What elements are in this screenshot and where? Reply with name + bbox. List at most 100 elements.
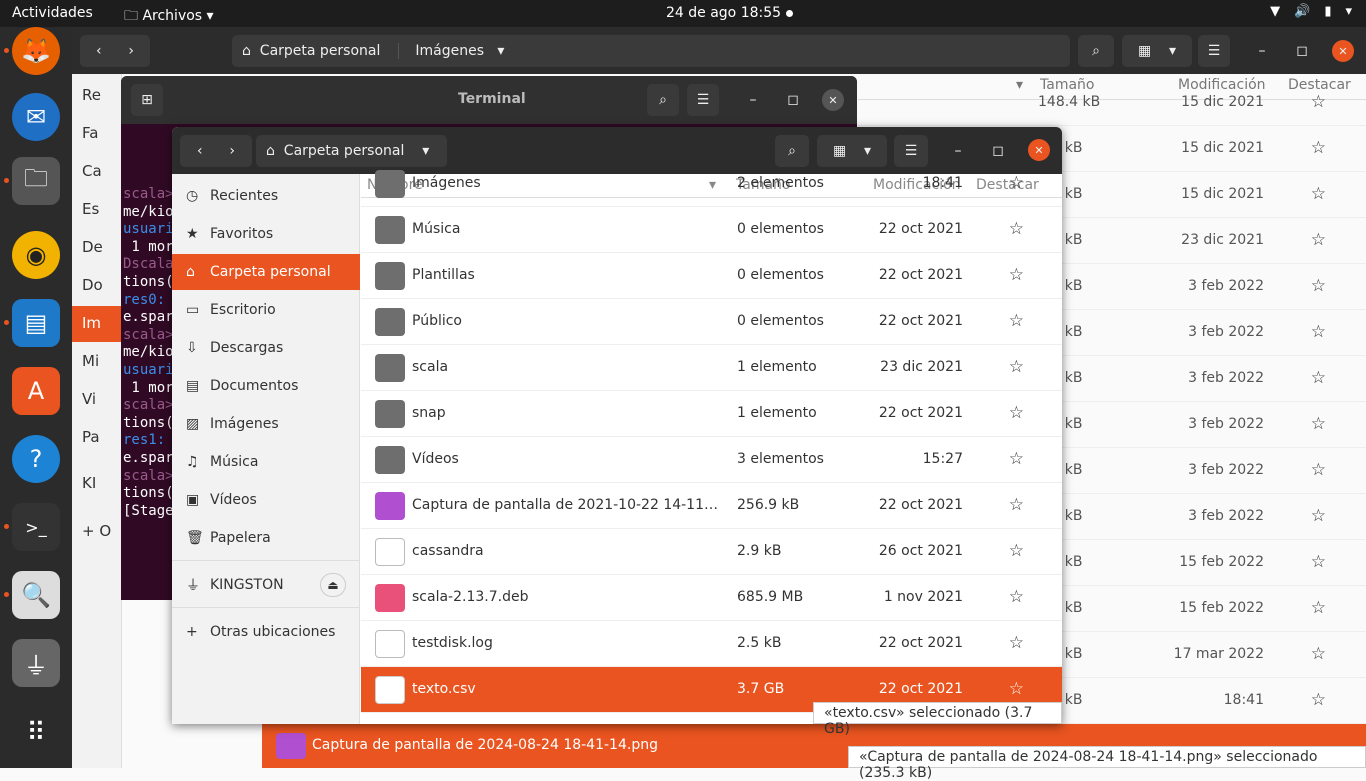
table-row[interactable]: snap 1 elemento 22 oct 2021 ☆ xyxy=(361,391,1062,437)
maximize-icon[interactable]: ◻ xyxy=(1288,35,1316,67)
app-menu[interactable]: 🗀 Archivos ▾ xyxy=(124,5,214,29)
image-viewer-icon[interactable]: 🔍 xyxy=(12,571,60,619)
star-icon[interactable]: ☆ xyxy=(1311,506,1326,526)
sidebar-item[interactable]: + Otras ubicaciones xyxy=(172,614,360,650)
table-row[interactable]: Música 0 elementos 22 oct 2021 ☆ xyxy=(361,207,1062,253)
star-icon[interactable]: ☆ xyxy=(1311,552,1326,572)
star-icon[interactable]: ☆ xyxy=(1009,541,1024,561)
usb-drive-icon[interactable]: ⏚ xyxy=(12,639,60,687)
writer-icon[interactable]: ▤ xyxy=(12,299,60,347)
star-icon[interactable]: ☆ xyxy=(1311,322,1326,342)
star-icon[interactable]: ☆ xyxy=(1311,230,1326,250)
back-nav-buttons[interactable]: ‹ › xyxy=(80,35,150,67)
sidebar-item[interactable]: ◷ Recientes xyxy=(172,178,360,214)
back-sidebar-item[interactable]: Do xyxy=(82,276,103,294)
table-row[interactable]: cassandra 2.9 kB 26 oct 2021 ☆ xyxy=(361,529,1062,575)
new-tab-icon[interactable]: ⊞ xyxy=(131,84,163,116)
view-toggle[interactable]: ▦ ▾ xyxy=(1122,35,1192,67)
back-sidebar-item[interactable]: KI xyxy=(82,474,96,492)
minimize-icon[interactable]: – xyxy=(1248,35,1276,67)
back-sidebar-item[interactable]: Fa xyxy=(82,124,98,142)
file-name: Captura de pantalla de 2024-08-24 18-41-… xyxy=(312,737,658,753)
star-icon[interactable]: ☆ xyxy=(1311,368,1326,388)
folder-file-icon xyxy=(375,446,405,474)
firefox-icon[interactable]: 🦊 xyxy=(12,27,60,75)
path-home[interactable]: Carpeta personal xyxy=(260,43,381,59)
back-sidebar-item[interactable]: De xyxy=(82,238,103,256)
menu-icon[interactable]: ☰ xyxy=(687,84,719,116)
star-icon[interactable]: ☆ xyxy=(1009,265,1024,285)
back-sidebar-item[interactable]: Mi xyxy=(82,352,99,370)
sidebar-item[interactable]: ▨ Imágenes xyxy=(172,406,360,442)
sidebar-item[interactable]: ⌂ Carpeta personal xyxy=(172,254,360,290)
star-icon[interactable]: ☆ xyxy=(1311,184,1326,204)
star-icon[interactable]: ☆ xyxy=(1009,219,1024,239)
maximize-icon[interactable]: ◻ xyxy=(779,84,807,116)
star-icon[interactable]: ☆ xyxy=(1009,173,1024,193)
search-icon[interactable]: ⌕ xyxy=(647,84,679,116)
table-row[interactable]: Vídeos 3 elementos 15:27 ☆ xyxy=(361,437,1062,483)
thunderbird-icon[interactable]: ✉ xyxy=(12,93,60,141)
star-icon[interactable]: ☆ xyxy=(1009,633,1024,653)
back-path-bar[interactable]: ⌂ Carpeta personal Imágenes ▾ xyxy=(232,35,1070,67)
activities-button[interactable]: Actividades xyxy=(12,5,93,21)
software-icon[interactable]: A xyxy=(12,367,60,415)
sidebar-item[interactable]: ⏚ KINGSTON ⏏ xyxy=(172,567,360,603)
sidebar-item[interactable]: 🗑 Papelera xyxy=(172,520,360,556)
clock[interactable]: 24 de ago 18:55 xyxy=(666,5,781,21)
table-row[interactable]: scala-2.13.7.deb 685.9 MB 1 nov 2021 ☆ xyxy=(361,575,1062,621)
table-row[interactable]: Plantillas 0 elementos 22 oct 2021 ☆ xyxy=(361,253,1062,299)
star-icon[interactable]: ☆ xyxy=(1311,598,1326,618)
sidebar-item[interactable]: ▣ Vídeos xyxy=(172,482,360,518)
table-row[interactable]: Captura de pantalla de 2021-10-22 14-11-… xyxy=(361,483,1062,529)
eject-icon[interactable]: ⏏ xyxy=(320,573,346,597)
star-icon[interactable]: ☆ xyxy=(1311,460,1326,480)
minimize-icon[interactable]: – xyxy=(739,84,767,116)
star-icon[interactable]: ☆ xyxy=(1311,92,1326,112)
files-icon[interactable]: 🗀 xyxy=(12,157,60,205)
back-sidebar-item[interactable]: Vi xyxy=(82,390,96,408)
menu-icon[interactable]: ☰ xyxy=(1198,35,1230,67)
star-icon[interactable]: ☆ xyxy=(1009,449,1024,469)
star-icon[interactable]: ☆ xyxy=(1009,357,1024,377)
back-table-row[interactable]: 148.4 kB 15 dic 2021 ☆ xyxy=(858,80,1366,126)
close-icon[interactable]: ✕ xyxy=(1332,40,1354,62)
star-icon[interactable]: ☆ xyxy=(1311,138,1326,158)
help-icon[interactable]: ? xyxy=(12,435,60,483)
table-row[interactable]: Imágenes 2 elementos 18:41 ☆ xyxy=(361,161,1062,207)
star-icon[interactable]: ☆ xyxy=(1311,276,1326,296)
table-row[interactable]: Público 0 elementos 22 oct 2021 ☆ xyxy=(361,299,1062,345)
terminal-icon[interactable]: >_ xyxy=(12,503,60,551)
back-sidebar-item[interactable]: Pa xyxy=(82,428,100,446)
back-sidebar-item[interactable]: Re xyxy=(82,86,101,104)
path-sub[interactable]: Imágenes xyxy=(398,43,484,59)
rhythmbox-icon[interactable]: ◉ xyxy=(12,231,60,279)
back-sidebar-item[interactable]: Im xyxy=(82,314,101,332)
close-icon[interactable]: ✕ xyxy=(822,89,844,111)
back-sidebar-item[interactable]: Es xyxy=(82,200,99,218)
top-bar: Actividades 🗀 Archivos ▾ 24 de ago 18:55… xyxy=(0,0,1366,27)
sidebar-item[interactable]: ★ Favoritos xyxy=(172,216,360,252)
sidebar-item[interactable]: ▭ Escritorio xyxy=(172,292,360,328)
sidebar-item[interactable]: ♫ Música xyxy=(172,444,360,480)
system-tray[interactable]: ▼ 🔊 ▮ ▾ xyxy=(1270,4,1352,19)
star-icon[interactable]: ☆ xyxy=(1009,495,1024,515)
back-sidebar-item[interactable]: Ca xyxy=(82,162,102,180)
table-row[interactable]: scala 1 elemento 23 dic 2021 ☆ xyxy=(361,345,1062,391)
close-icon[interactable]: ✕ xyxy=(1028,139,1050,161)
star-icon[interactable]: ☆ xyxy=(1009,587,1024,607)
nav-buttons[interactable]: ‹ › xyxy=(180,135,252,167)
star-icon[interactable]: ☆ xyxy=(1311,644,1326,664)
table-row[interactable]: testdisk.log 2.5 kB 22 oct 2021 ☆ xyxy=(361,621,1062,667)
file-size: 2.9 kB xyxy=(737,543,782,559)
search-icon[interactable]: ⌕ xyxy=(1078,35,1114,67)
star-icon[interactable]: ☆ xyxy=(1009,679,1024,699)
show-apps-icon[interactable]: ⠿ xyxy=(12,709,60,757)
star-icon[interactable]: ☆ xyxy=(1009,311,1024,331)
star-icon[interactable]: ☆ xyxy=(1311,690,1326,710)
sidebar-item[interactable]: ⇩ Descargas xyxy=(172,330,360,366)
sidebar-item[interactable]: ▤ Documentos xyxy=(172,368,360,404)
star-icon[interactable]: ☆ xyxy=(1311,414,1326,434)
back-sidebar-item[interactable]: + O xyxy=(82,522,111,540)
star-icon[interactable]: ☆ xyxy=(1009,403,1024,423)
